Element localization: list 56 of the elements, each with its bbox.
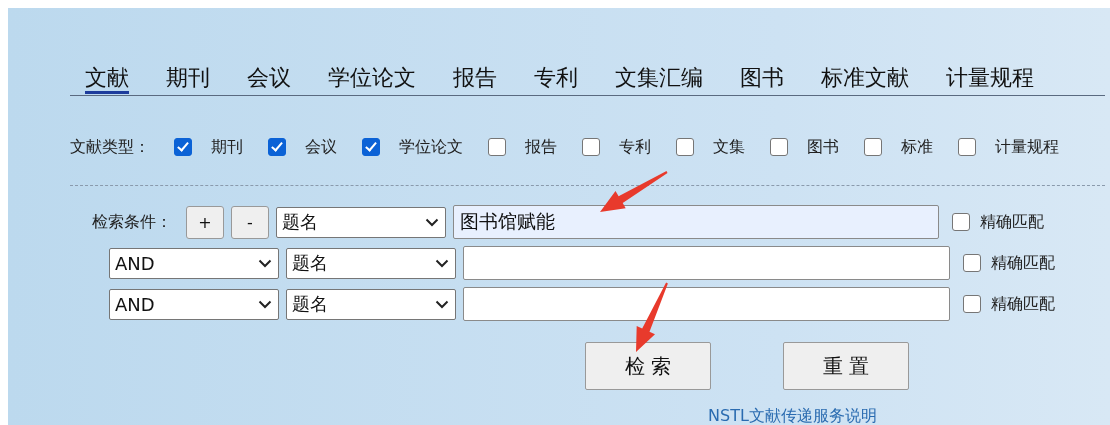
operator-select[interactable]: AND	[109, 247, 279, 279]
checkbox[interactable]	[963, 295, 981, 313]
action-button[interactable]: 检 索	[585, 342, 711, 390]
add-button[interactable]: +	[186, 205, 224, 239]
tab[interactable]: 专利	[534, 63, 578, 94]
exact-match-label: 精确匹配	[991, 293, 1055, 315]
search-input[interactable]	[463, 287, 950, 321]
tab[interactable]: 文献	[85, 63, 129, 94]
chevron-down-icon	[258, 258, 272, 268]
tab[interactable]: 标准文献	[821, 63, 909, 94]
chevron-down-icon	[435, 258, 449, 268]
type-option-label: 期刊	[211, 136, 243, 158]
search-input[interactable]: 图书馆赋能	[453, 205, 939, 239]
remove-button[interactable]: -	[231, 205, 269, 239]
service-info-link[interactable]: NSTL文献传递服务说明	[708, 406, 877, 425]
tab[interactable]: 图书	[740, 63, 784, 94]
checkbox[interactable]	[362, 138, 380, 156]
type-option-label: 报告	[525, 136, 557, 158]
tab[interactable]: 学位论文	[328, 63, 416, 94]
query-label: 检索条件：	[92, 211, 172, 233]
tab[interactable]: 报告	[453, 63, 497, 94]
checkbox[interactable]	[488, 138, 506, 156]
tab[interactable]: 期刊	[166, 63, 210, 94]
type-option-label: 标准	[901, 136, 933, 158]
type-option-label: 专利	[619, 136, 651, 158]
field-select[interactable]: 题名	[286, 247, 456, 279]
chevron-down-icon	[435, 299, 449, 309]
checkbox[interactable]	[963, 254, 981, 272]
type-option-label: 图书	[807, 136, 839, 158]
tab[interactable]: 计量规程	[946, 63, 1034, 94]
annotation-arrow	[636, 282, 668, 352]
checkbox[interactable]	[864, 138, 882, 156]
chevron-down-icon	[425, 217, 439, 227]
checkbox[interactable]	[770, 138, 788, 156]
search-input[interactable]	[463, 246, 950, 280]
operator-select[interactable]: AND	[109, 288, 279, 320]
chevron-down-icon	[258, 299, 272, 309]
checkbox[interactable]	[952, 213, 970, 231]
annotation-arrow	[600, 171, 668, 212]
type-option-label: 会议	[305, 136, 337, 158]
exact-match-label: 精确匹配	[991, 252, 1055, 274]
type-option-label: 文集	[713, 136, 745, 158]
type-option-label: 学位论文	[399, 136, 463, 158]
checkbox[interactable]	[676, 138, 694, 156]
checkbox[interactable]	[174, 138, 192, 156]
field-select[interactable]: 题名	[286, 288, 456, 320]
type-filter-label: 文献类型：	[70, 136, 150, 158]
checkbox[interactable]	[958, 138, 976, 156]
tab[interactable]: 会议	[247, 63, 291, 94]
tab[interactable]: 文集汇编	[615, 63, 703, 94]
checkbox[interactable]	[582, 138, 600, 156]
exact-match-label: 精确匹配	[980, 211, 1044, 233]
type-option-label: 计量规程	[995, 136, 1059, 158]
action-button[interactable]: 重 置	[783, 342, 909, 390]
checkbox[interactable]	[268, 138, 286, 156]
field-select[interactable]: 题名	[276, 206, 446, 238]
